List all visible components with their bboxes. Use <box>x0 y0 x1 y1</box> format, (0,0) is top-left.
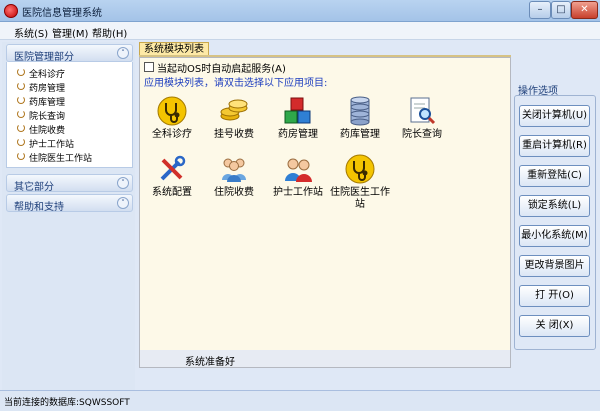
search-document-icon <box>410 97 436 125</box>
sidebar-item-label: 药库管理 <box>29 98 66 108</box>
database-status: 当前连接的数据库:SQWSSOFT <box>4 398 130 408</box>
sidebar-section-title: 帮助和支持 <box>14 202 64 213</box>
sidebar: 医院管理部分 ˄ 全科诊疗 药房管理 药库管理 院长查询 住院收费 护士工作站 <box>2 42 135 390</box>
stethoscope-icon <box>157 96 187 126</box>
operations-title: 操作选项 <box>518 86 558 97</box>
sidebar-section-title: 其它部分 <box>14 182 54 193</box>
close-button[interactable]: 关 闭(X) <box>519 315 590 337</box>
tools-icon <box>160 155 186 181</box>
module-label: 全科诊疗 <box>152 129 192 140</box>
relogin-button[interactable]: 重新登陆(C) <box>519 165 590 187</box>
expand-chevron-icon[interactable]: ˅ <box>117 197 129 209</box>
close-window-button[interactable]: ✕ <box>571 1 598 19</box>
module-bullet-icon <box>17 96 25 105</box>
change-background-button[interactable]: 更改背景图片 <box>519 255 590 277</box>
status-bar: 当前连接的数据库:SQWSSOFT <box>0 390 600 411</box>
collapse-chevron-icon[interactable]: ˄ <box>117 47 129 59</box>
module-grid: 全科诊疗 挂号收费 药房管理 药库管理 院长查询 系统配置 住院收费 护士工作站… <box>140 88 510 350</box>
module-label: 住院收费 <box>214 187 254 198</box>
module-bullet-icon <box>17 152 25 161</box>
tab-module-list[interactable]: 系统模块列表 <box>139 42 209 56</box>
status-message-bar: 系统准备好 <box>139 350 511 368</box>
module-hint: 应用模块列表，请双击选择以下应用项目: <box>144 78 328 89</box>
menu-help[interactable]: 帮助(H) <box>92 25 127 40</box>
module-bullet-icon <box>17 138 25 147</box>
module-label: 住院医生工作站 <box>330 187 390 210</box>
module-label: 系统配置 <box>152 187 192 198</box>
module-label: 药库管理 <box>340 129 380 140</box>
module-bullet-icon <box>17 110 25 119</box>
sidebar-item-label: 全科诊疗 <box>29 70 66 80</box>
sidebar-section-other[interactable]: 其它部分 ˅ <box>6 174 133 193</box>
module-director-query[interactable]: 院长查询 <box>390 92 454 162</box>
open-button[interactable]: 打 开(O) <box>519 285 590 307</box>
module-system-config[interactable]: 系统配置 <box>140 150 204 220</box>
cubes-icon <box>284 97 311 124</box>
sidebar-item-label: 护士工作站 <box>29 140 75 150</box>
app-logo-icon <box>4 4 18 18</box>
restart-button[interactable]: 重启计算机(R) <box>519 135 590 157</box>
module-panel: 当起动OS时自动启起服务(A) 应用模块列表，请双击选择以下应用项目: 全科诊疗… <box>139 57 511 350</box>
sidebar-section-help[interactable]: 帮助和支持 ˅ <box>6 194 133 213</box>
minimize-system-button[interactable]: 最小化系统(M) <box>519 225 590 247</box>
operations-panel: 操作选项 关闭计算机(U) 重启计算机(R) 重新登陆(C) 锁定系统(L) 最… <box>514 80 596 350</box>
sidebar-item-label: 住院医生工作站 <box>29 154 93 164</box>
menu-manage[interactable]: 管理(M) <box>52 25 88 40</box>
sidebar-item-label: 院长查询 <box>29 112 66 122</box>
status-message: 系统准备好 <box>185 357 235 368</box>
module-label: 护士工作站 <box>273 187 323 198</box>
sidebar-section-title: 医院管理部分 <box>14 52 74 63</box>
stethoscope-icon <box>345 154 375 184</box>
shutdown-button[interactable]: 关闭计算机(U) <box>519 105 590 127</box>
maximize-button[interactable]: □ <box>551 1 571 19</box>
module-bullet-icon <box>17 68 25 77</box>
module-label: 院长查询 <box>402 129 442 140</box>
window-title: 医院信息管理系统 <box>22 8 102 19</box>
nurse-icon <box>285 158 312 182</box>
autostart-checkbox[interactable] <box>144 62 154 72</box>
module-inpatient-doctor[interactable]: 住院医生工作站 <box>328 150 392 220</box>
module-nurse-station[interactable]: 护士工作站 <box>266 150 330 220</box>
module-label: 药房管理 <box>278 129 318 140</box>
sidebar-section-hospital[interactable]: 医院管理部分 ˄ <box>6 44 133 63</box>
menu-system[interactable]: 系统(S) <box>14 25 48 40</box>
lock-system-button[interactable]: 锁定系统(L) <box>519 195 590 217</box>
expand-chevron-icon[interactable]: ˅ <box>117 177 129 189</box>
sidebar-item-label: 住院收费 <box>29 126 66 136</box>
sidebar-item-list: 全科诊疗 药房管理 药库管理 院长查询 住院收费 护士工作站 住院医生工作站 <box>6 62 133 168</box>
title-bar: 医院信息管理系统 – □ ✕ <box>0 0 600 22</box>
module-bullet-icon <box>17 124 25 133</box>
database-icon <box>350 96 370 126</box>
users-icon <box>222 158 246 182</box>
module-label: 挂号收费 <box>214 129 254 140</box>
operations-frame <box>514 95 596 350</box>
menu-bar: 系统(S) 管理(M) 帮助(H) <box>0 22 600 40</box>
sidebar-item-label: 药房管理 <box>29 84 66 94</box>
coins-icon <box>220 99 248 121</box>
autostart-label[interactable]: 当起动OS时自动启起服务(A) <box>157 60 286 75</box>
module-inpatient-billing[interactable]: 住院收费 <box>202 150 266 220</box>
module-bullet-icon <box>17 82 25 91</box>
minimize-button[interactable]: – <box>529 1 551 19</box>
